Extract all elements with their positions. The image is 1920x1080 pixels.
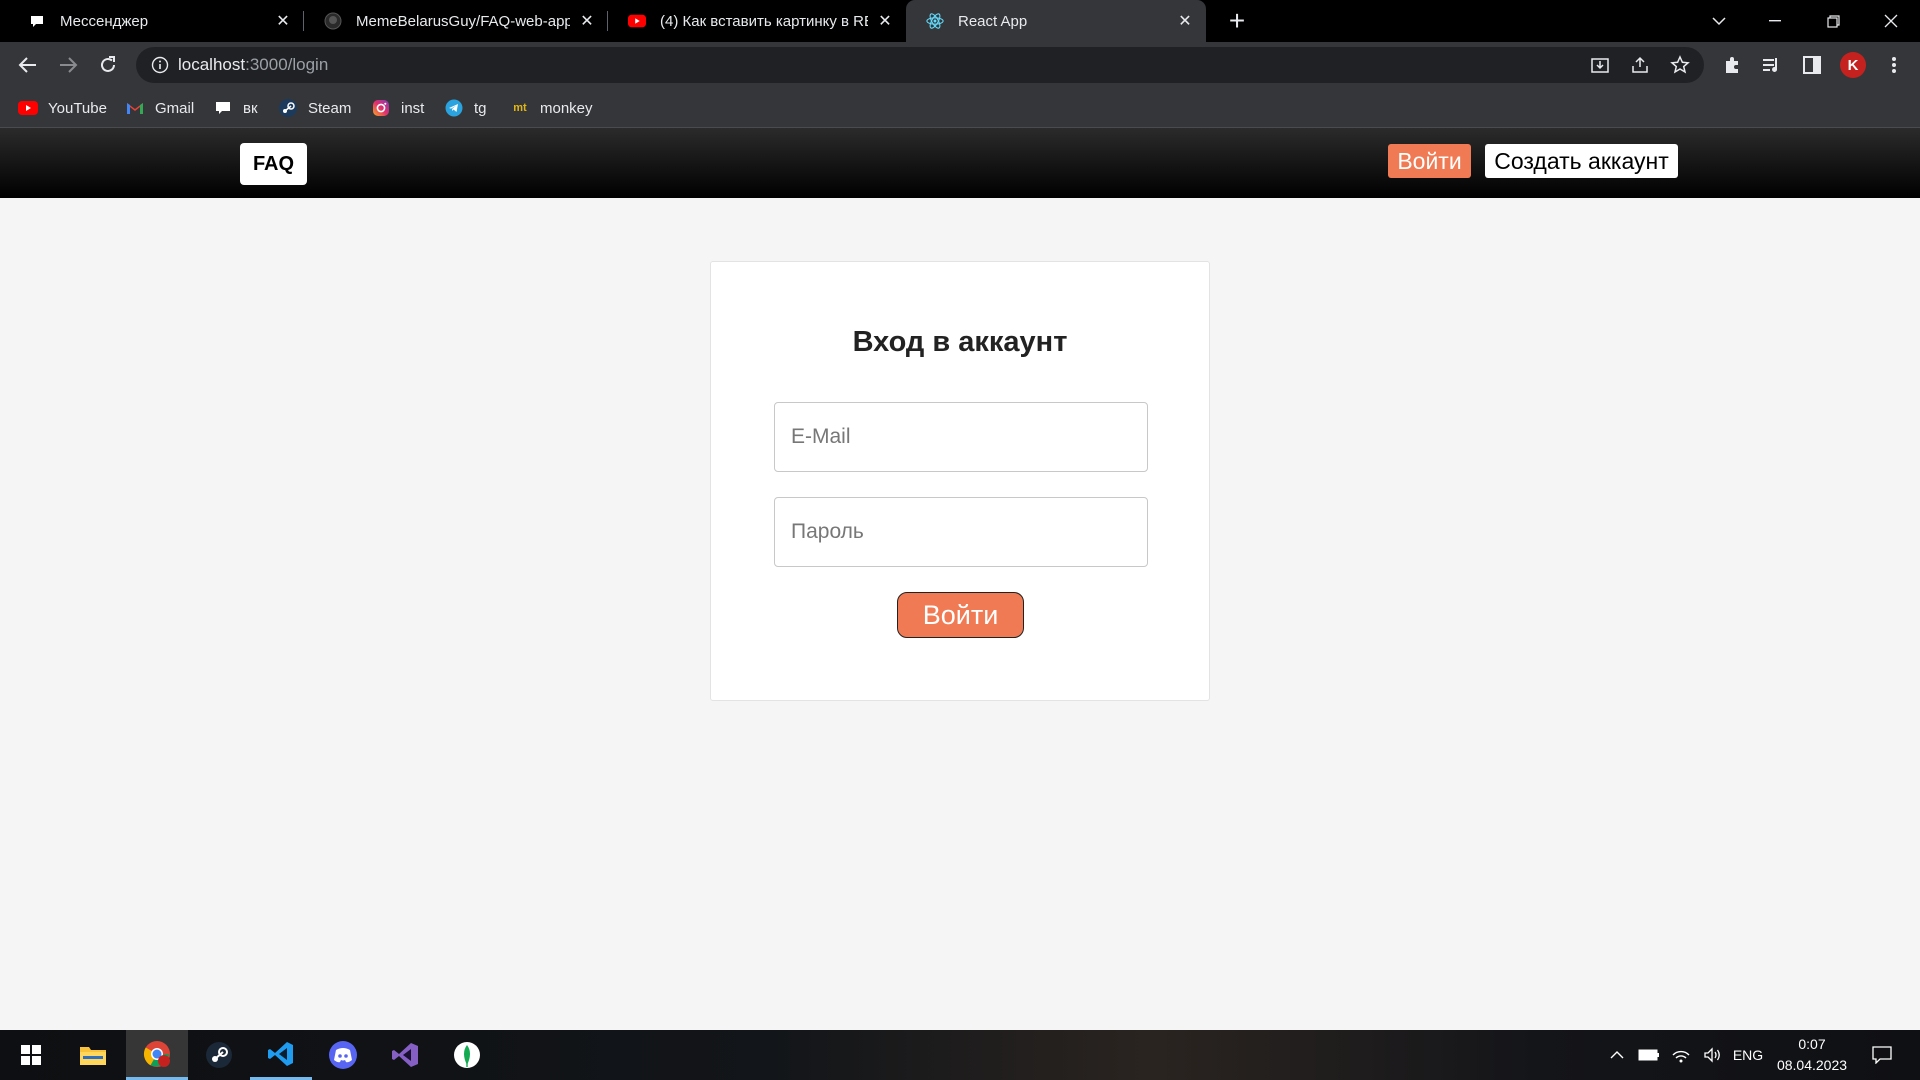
tab-title: Мессенджер xyxy=(60,12,149,30)
forward-icon[interactable] xyxy=(52,49,84,81)
bookmark-label: Gmail xyxy=(155,99,195,117)
vk-icon xyxy=(213,98,233,118)
tab-react-app[interactable]: React App ✕ xyxy=(906,0,1206,42)
file-explorer-icon[interactable] xyxy=(62,1030,124,1080)
reload-icon[interactable] xyxy=(92,49,124,81)
tab-close-icon[interactable]: ✕ xyxy=(576,10,598,32)
share-icon[interactable] xyxy=(1629,54,1651,76)
bookmark-label: Steam xyxy=(308,99,352,117)
notifications-icon[interactable] xyxy=(1864,1030,1900,1080)
faq-logo[interactable]: FAQ xyxy=(240,143,307,185)
tab-github[interactable]: MemeBelarusGuy/FAQ-web-appl ✕ xyxy=(304,0,608,42)
instagram-icon xyxy=(371,98,391,118)
bookmark-monkey[interactable]: mt monkey xyxy=(510,88,593,128)
browser-menu-icon[interactable] xyxy=(1880,51,1908,79)
github-icon xyxy=(324,12,342,30)
bookmark-inst[interactable]: inst xyxy=(371,88,424,128)
app-header: FAQ Войти Создать аккаунт xyxy=(0,128,1920,198)
language-indicator[interactable]: ENG xyxy=(1728,1030,1768,1080)
tab-title: React App xyxy=(958,12,1028,30)
react-icon xyxy=(926,12,944,30)
clock-date: 08.04.2023 xyxy=(1776,1057,1848,1073)
login-submit-button[interactable]: Войти xyxy=(897,592,1024,638)
steam-icon xyxy=(278,98,298,118)
url-text[interactable]: localhost:3000/login xyxy=(178,47,328,83)
bookmark-star-icon[interactable] xyxy=(1669,54,1691,76)
bookmark-label: вк xyxy=(243,99,258,117)
back-icon[interactable] xyxy=(12,49,44,81)
taskbar-clock[interactable]: 0:07 08.04.2023 xyxy=(1772,1034,1852,1076)
bookmark-label: inst xyxy=(401,99,425,117)
monkeytype-icon: mt xyxy=(513,102,527,114)
media-control-icon[interactable] xyxy=(1758,51,1786,79)
tab-title: MemeBelarusGuy/FAQ-web-appl xyxy=(356,12,570,30)
bookmark-steam[interactable]: Steam xyxy=(278,88,351,128)
mongodb-compass-icon[interactable] xyxy=(436,1030,498,1080)
windows-taskbar: ENG 0:07 08.04.2023 xyxy=(0,1030,1920,1080)
tab-close-icon[interactable]: ✕ xyxy=(272,10,294,32)
new-tab-button[interactable]: + xyxy=(1220,4,1254,38)
tab-messenger[interactable]: Мессенджер ✕ xyxy=(8,0,304,42)
bookmark-tg[interactable]: tg xyxy=(444,88,487,128)
install-app-icon[interactable] xyxy=(1589,54,1611,76)
profile-avatar[interactable]: K xyxy=(1840,52,1866,78)
login-card: Вход в аккаунт Войти xyxy=(710,261,1210,701)
telegram-icon xyxy=(444,98,464,118)
bookmark-label: tg xyxy=(474,99,487,117)
tab-close-icon[interactable]: ✕ xyxy=(874,10,896,32)
discord-icon[interactable] xyxy=(312,1030,374,1080)
login-title: Вход в аккаунт xyxy=(852,326,1068,358)
windows-start-icon[interactable] xyxy=(0,1030,62,1080)
bookmark-youtube[interactable]: YouTube xyxy=(18,88,107,128)
clock-time: 0:07 xyxy=(1798,1036,1826,1052)
bookmark-label: monkey xyxy=(540,99,593,117)
visual-studio-icon[interactable] xyxy=(374,1030,436,1080)
minimize-icon[interactable] xyxy=(1746,0,1804,42)
youtube-icon xyxy=(628,12,646,30)
tab-title: (4) Как вставить картинку в REA xyxy=(660,12,868,30)
tab-close-icon[interactable]: ✕ xyxy=(1174,10,1196,32)
chrome-icon[interactable] xyxy=(126,1030,188,1080)
extensions-icon[interactable] xyxy=(1718,51,1746,79)
close-window-icon[interactable] xyxy=(1862,0,1920,42)
url-host: localhost xyxy=(178,55,246,74)
bookmark-vk[interactable]: вк xyxy=(213,88,258,128)
gmail-icon xyxy=(125,98,145,118)
messenger-icon xyxy=(28,12,46,30)
header-register-button[interactable]: Создать аккаунт xyxy=(1485,144,1678,178)
bookmark-label: YouTube xyxy=(48,99,107,117)
browser-toolbar: localhost:3000/login K xyxy=(0,42,1920,88)
show-hidden-icons-icon[interactable] xyxy=(1604,1030,1630,1080)
tab-youtube[interactable]: (4) Как вставить картинку в REA ✕ xyxy=(608,0,906,42)
bookmarks-bar: YouTube Gmail вк Steam inst tg mt monkey xyxy=(0,88,1920,128)
browser-tab-strip: Мессенджер ✕ MemeBelarusGuy/FAQ-web-appl… xyxy=(0,0,1920,42)
restore-icon[interactable] xyxy=(1804,0,1862,42)
header-login-button[interactable]: Войти xyxy=(1388,144,1471,178)
steam-icon[interactable] xyxy=(188,1030,250,1080)
battery-icon[interactable] xyxy=(1634,1030,1664,1080)
tab-search-icon[interactable] xyxy=(1690,0,1748,42)
password-input[interactable] xyxy=(774,497,1148,567)
vscode-icon[interactable] xyxy=(250,1030,312,1080)
youtube-icon xyxy=(18,98,38,118)
email-input[interactable] xyxy=(774,402,1148,472)
wifi-icon[interactable] xyxy=(1666,1030,1696,1080)
side-panel-icon[interactable] xyxy=(1798,51,1826,79)
url-path: :3000/login xyxy=(245,55,329,74)
site-info-icon[interactable] xyxy=(150,55,170,75)
address-bar[interactable]: localhost:3000/login xyxy=(136,47,1704,83)
bookmark-gmail[interactable]: Gmail xyxy=(125,88,194,128)
volume-icon[interactable] xyxy=(1698,1030,1728,1080)
